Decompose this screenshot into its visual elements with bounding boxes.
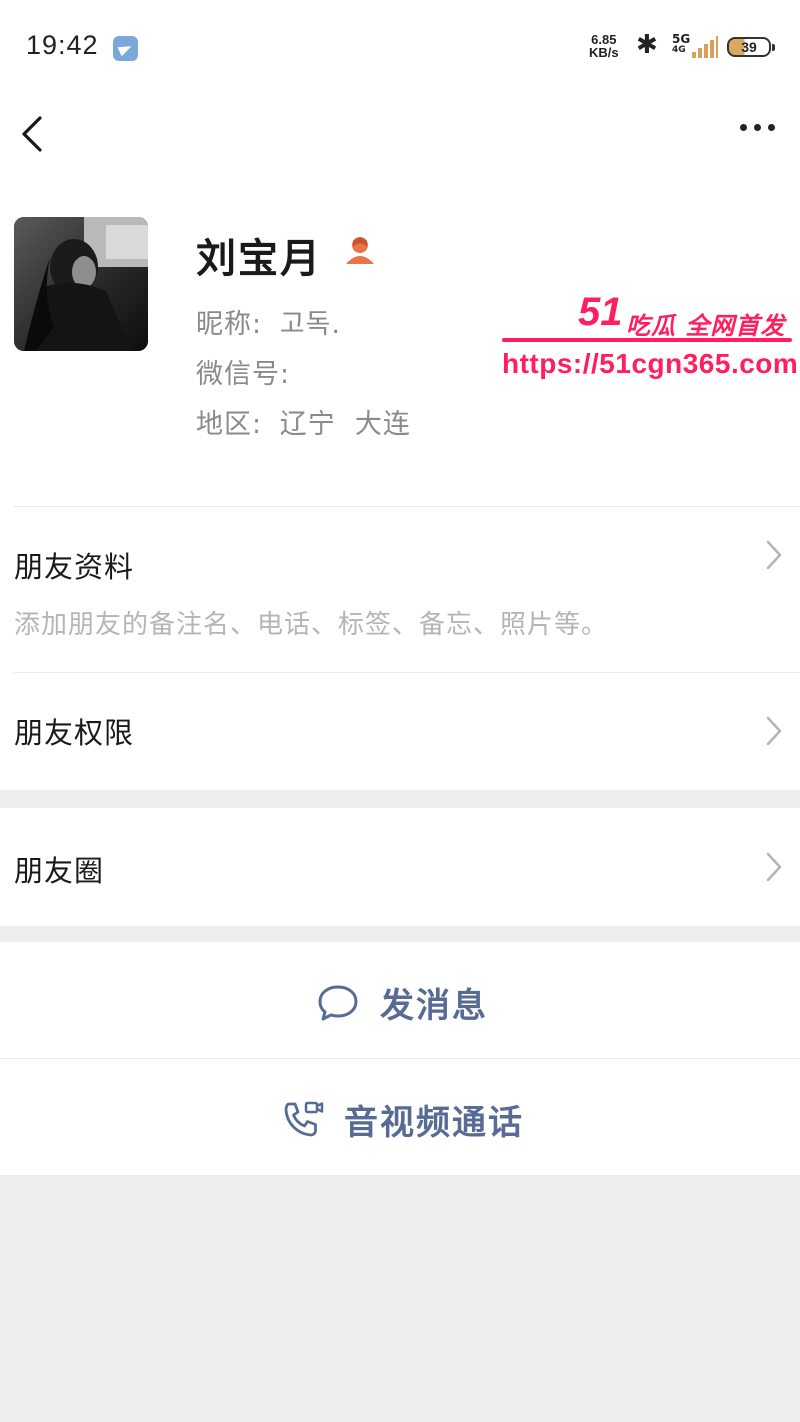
nickname-label: 昵称: [196,309,263,340]
watermark-underline [502,338,792,342]
more-icon[interactable] [740,124,784,138]
bluetooth-icon: ✱ [636,30,658,60]
watermark-brand-number: 51 [578,290,623,334]
menu-item-title: 朋友资料 [14,550,135,584]
signal-icon [692,36,718,58]
chevron-left-icon[interactable] [14,114,54,154]
region-row: 地区: 辽宁 大连 [196,402,411,441]
watermark: 51 吃瓜 全网首发 https://51cgn365.com [498,290,799,390]
network-speed: 6.85 KB/s [589,33,619,59]
audio-video-call-button[interactable]: 音视频通话 [0,1059,800,1175]
menu-item-title: 朋友权限 [14,716,135,750]
send-message-content: 发消息 [316,978,488,1027]
network-speed-unit: KB/s [589,45,619,60]
nickname-row: 昵称: 고독. [196,302,341,341]
female-user-icon [346,237,374,264]
audio-video-call-content: 音视频通话 [280,1095,524,1144]
region-label: 地区: [196,409,263,440]
network-sub-label: 4G [672,45,686,55]
avatar-image [14,217,148,351]
menu-item-friend-permissions[interactable]: 朋友权限 [0,672,800,790]
audio-video-call-label: 音视频通话 [344,1103,524,1143]
wechat-id-row: 微信号: [196,352,290,391]
menu-item-friend-info[interactable]: 朋友资料 添加朋友的备注名、电话、标签、备忘、照片等。 [0,506,800,672]
divider [14,672,800,673]
battery-icon: 39 [727,37,775,57]
send-message-button[interactable]: 发消息 [0,942,800,1058]
status-time: 19:42 [26,30,99,60]
network-type: 5G 4G [672,33,690,55]
menu-item-title: 朋友圈 [14,854,105,888]
chevron-right-icon [766,716,782,746]
menu-item-subtitle: 添加朋友的备注名、电话、标签、备忘、照片等。 [14,610,609,640]
divider [14,506,800,507]
send-message-label: 发消息 [380,986,488,1026]
telegram-icon [113,36,138,61]
phone-video-icon [284,1101,324,1136]
status-bar: 19:42 6.85 KB/s ✱ 5G 4G 39 [0,0,800,96]
profile-name: 刘宝月 [196,236,322,282]
nav-bar [0,96,800,176]
chevron-right-icon [766,540,782,570]
avatar[interactable] [14,217,148,351]
menu-item-moments[interactable]: 朋友圈 [0,808,800,926]
chevron-right-icon [766,852,782,882]
nickname-value: 고독. [279,309,341,340]
chat-bubble-icon [318,985,358,1020]
battery-level: 39 [741,39,757,55]
watermark-url: https://51cgn365.com [502,348,799,379]
wechat-id-label: 微信号: [196,359,291,390]
watermark-slogan: 吃瓜 全网首发 [626,312,786,340]
region-value: 辽宁 大连 [279,409,411,440]
